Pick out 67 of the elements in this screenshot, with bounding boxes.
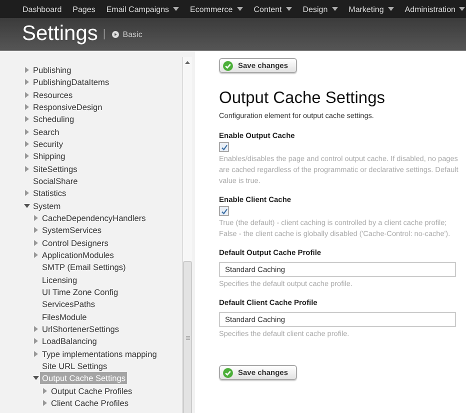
tree-item[interactable]: Output Cache Profiles [49,384,134,397]
nav-link[interactable]: Pages [67,4,101,14]
section-title: Output Cache Settings [219,89,386,108]
collapsed-arrow-icon[interactable] [34,240,38,246]
collapsed-arrow-icon[interactable] [25,153,29,160]
tree-item[interactable]: CacheDependencyHandlers [40,212,148,224]
tree-item[interactable]: ApplicationModules [40,249,116,262]
mode-link[interactable]: Basic [112,30,142,38]
expanded-arrow-icon[interactable] [24,204,30,208]
scrollbar[interactable] [182,57,192,413]
collapsed-arrow-icon[interactable] [25,190,29,196]
tree-item[interactable]: ServicesPaths [40,298,98,310]
tree-item[interactable]: FilesModule [40,310,89,323]
collapsed-arrow-icon[interactable] [25,92,29,98]
tree-item[interactable]: PublishingDataItems [31,76,112,88]
tree-item[interactable]: Licensing [40,274,80,286]
collapsed-arrow-icon[interactable] [25,141,29,148]
checkbox[interactable] [219,142,229,152]
page-title: Settings [22,22,98,46]
tree-item[interactable]: SMTP (Email Settings) [40,261,128,274]
tree-item[interactable]: Security [31,138,65,150]
tree-item[interactable]: Site URL Settings [40,360,110,372]
collapsed-arrow-icon[interactable] [25,116,29,122]
collapsed-arrow-icon[interactable] [34,227,38,234]
checkmark-icon [223,60,233,70]
nav-link[interactable]: Dashboard [17,4,68,14]
collapsed-arrow-icon[interactable] [34,338,38,344]
tree-item[interactable]: SiteSettings [31,162,80,175]
tree-item[interactable]: Scheduling [31,113,76,126]
tree-item[interactable]: UI Time Zone Config [40,286,120,298]
tree-item[interactable]: Search [31,126,62,138]
collapsed-arrow-icon[interactable] [34,215,38,222]
tree-item[interactable]: Statistics [31,187,68,200]
tree-item[interactable]: Type implementations mapping [40,348,159,360]
collapsed-arrow-icon[interactable] [25,104,29,110]
tree-item[interactable]: LoadBalancing [40,335,99,348]
title-separator: | [102,28,106,40]
nav-link[interactable]: Ecommerce [184,4,248,14]
tree-item[interactable]: Shipping [31,150,68,162]
collapsed-arrow-icon[interactable] [34,252,38,258]
collapsed-arrow-icon[interactable] [43,400,47,406]
nav-link[interactable]: Design [297,4,344,14]
collapsed-arrow-icon[interactable] [34,350,38,357]
tree-item[interactable]: ResponsiveDesign [31,101,104,114]
collapsed-arrow-icon[interactable] [25,128,29,135]
collapsed-arrow-icon[interactable] [25,166,29,172]
tree-item[interactable]: SystemServices [40,224,104,236]
tree-item[interactable]: System [31,200,63,212]
collapsed-arrow-icon[interactable] [43,388,47,394]
checkmark-icon [223,368,233,378]
checkbox[interactable] [219,206,229,216]
nav-link[interactable]: Email Campaigns [100,4,185,14]
nav-link[interactable]: Administration [399,4,466,14]
collapsed-arrow-icon[interactable] [25,67,29,74]
tree-item[interactable]: SocialShare [31,175,80,188]
tree-item[interactable]: Resources [31,88,75,101]
tree-item[interactable]: Control Designers [40,236,110,249]
arrow-circle-icon [112,30,119,38]
collapsed-arrow-icon[interactable] [25,79,29,86]
expanded-arrow-icon[interactable] [33,376,39,380]
collapsed-arrow-icon[interactable] [34,326,38,332]
nav-link[interactable]: Content [248,4,298,14]
tree-item[interactable]: Publishing [31,64,74,76]
nav-link[interactable]: Marketing [343,4,400,14]
tree-item[interactable]: UrlShortenerSettings [40,323,122,336]
tree-item[interactable]: Client Cache Profiles [49,397,130,410]
scrollbar-thumb[interactable] [183,261,192,413]
